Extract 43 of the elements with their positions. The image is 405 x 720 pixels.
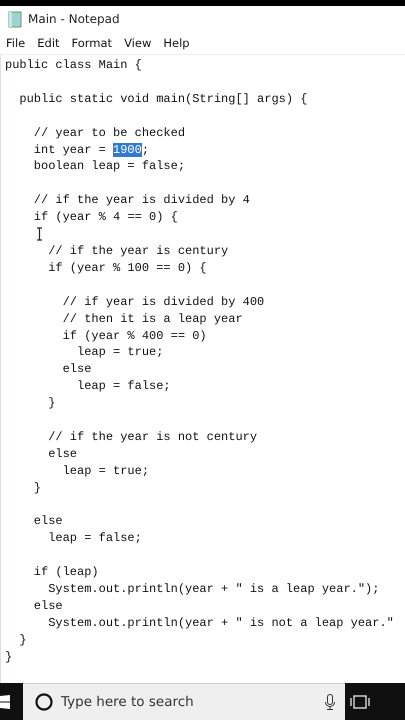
code-line: System.out.println(year + " is a leap year.");	[47, 581, 380, 598]
code-text: int year =	[32, 142, 107, 157]
code-line: }	[5, 648, 12, 666]
code-line: leap = false;	[76, 378, 171, 396]
code-line: leap = true;	[76, 344, 164, 362]
code-line: else	[47, 446, 78, 463]
code-line: // if the year is not century	[47, 428, 258, 446]
code-line: if (year % 4 == 0) {	[32, 209, 178, 226]
code-line: if (year % 100 == 0) {	[47, 260, 207, 277]
code-line: if (leap)	[32, 564, 99, 582]
menu-item[interactable]: Format	[72, 35, 112, 51]
code-line: public static void main(String[] args) {	[18, 90, 308, 108]
task-view-icon	[350, 694, 370, 708]
windows-icon	[0, 694, 10, 708]
selected-text: 1900	[113, 142, 142, 157]
code-line: }	[47, 395, 56, 412]
code-line: }	[18, 632, 27, 649]
code-line: leap = false;	[47, 530, 142, 548]
code-line: // if the year is century	[47, 242, 228, 260]
code-line: // if year is divided by 400	[62, 294, 264, 311]
code-line: public class Main {	[5, 57, 142, 74]
code-line: else	[32, 598, 63, 615]
menu-item[interactable]: File	[6, 35, 26, 51]
code-line: // if the year is divided by 4	[32, 192, 250, 210]
code-line: System.out.println(year + " is not a leap year."	[47, 614, 394, 632]
code-line: boolean leap = false;	[32, 158, 186, 176]
microphone-icon[interactable]	[325, 694, 335, 710]
code-line: else	[32, 513, 63, 530]
text-cursor-icon	[36, 227, 43, 241]
code-line: // then it is a leap year	[62, 310, 243, 328]
notepad-icon	[8, 10, 22, 28]
search-box[interactable]: Type here to search	[23, 683, 345, 720]
menu-item[interactable]: Edit	[37, 35, 60, 51]
code-line: leap = true;	[62, 462, 150, 480]
code-text: ;	[142, 142, 150, 157]
menu-item[interactable]: Help	[163, 35, 190, 51]
code-line: // year to be checked	[32, 124, 186, 142]
code-line: if (year % 400 == 0)	[62, 328, 207, 344]
code-line: else	[62, 361, 92, 378]
menu-item[interactable]: View	[124, 35, 152, 51]
window-title: Main - Notepad	[28, 12, 120, 26]
code-line: }	[32, 480, 42, 497]
circle-icon	[35, 693, 53, 711]
